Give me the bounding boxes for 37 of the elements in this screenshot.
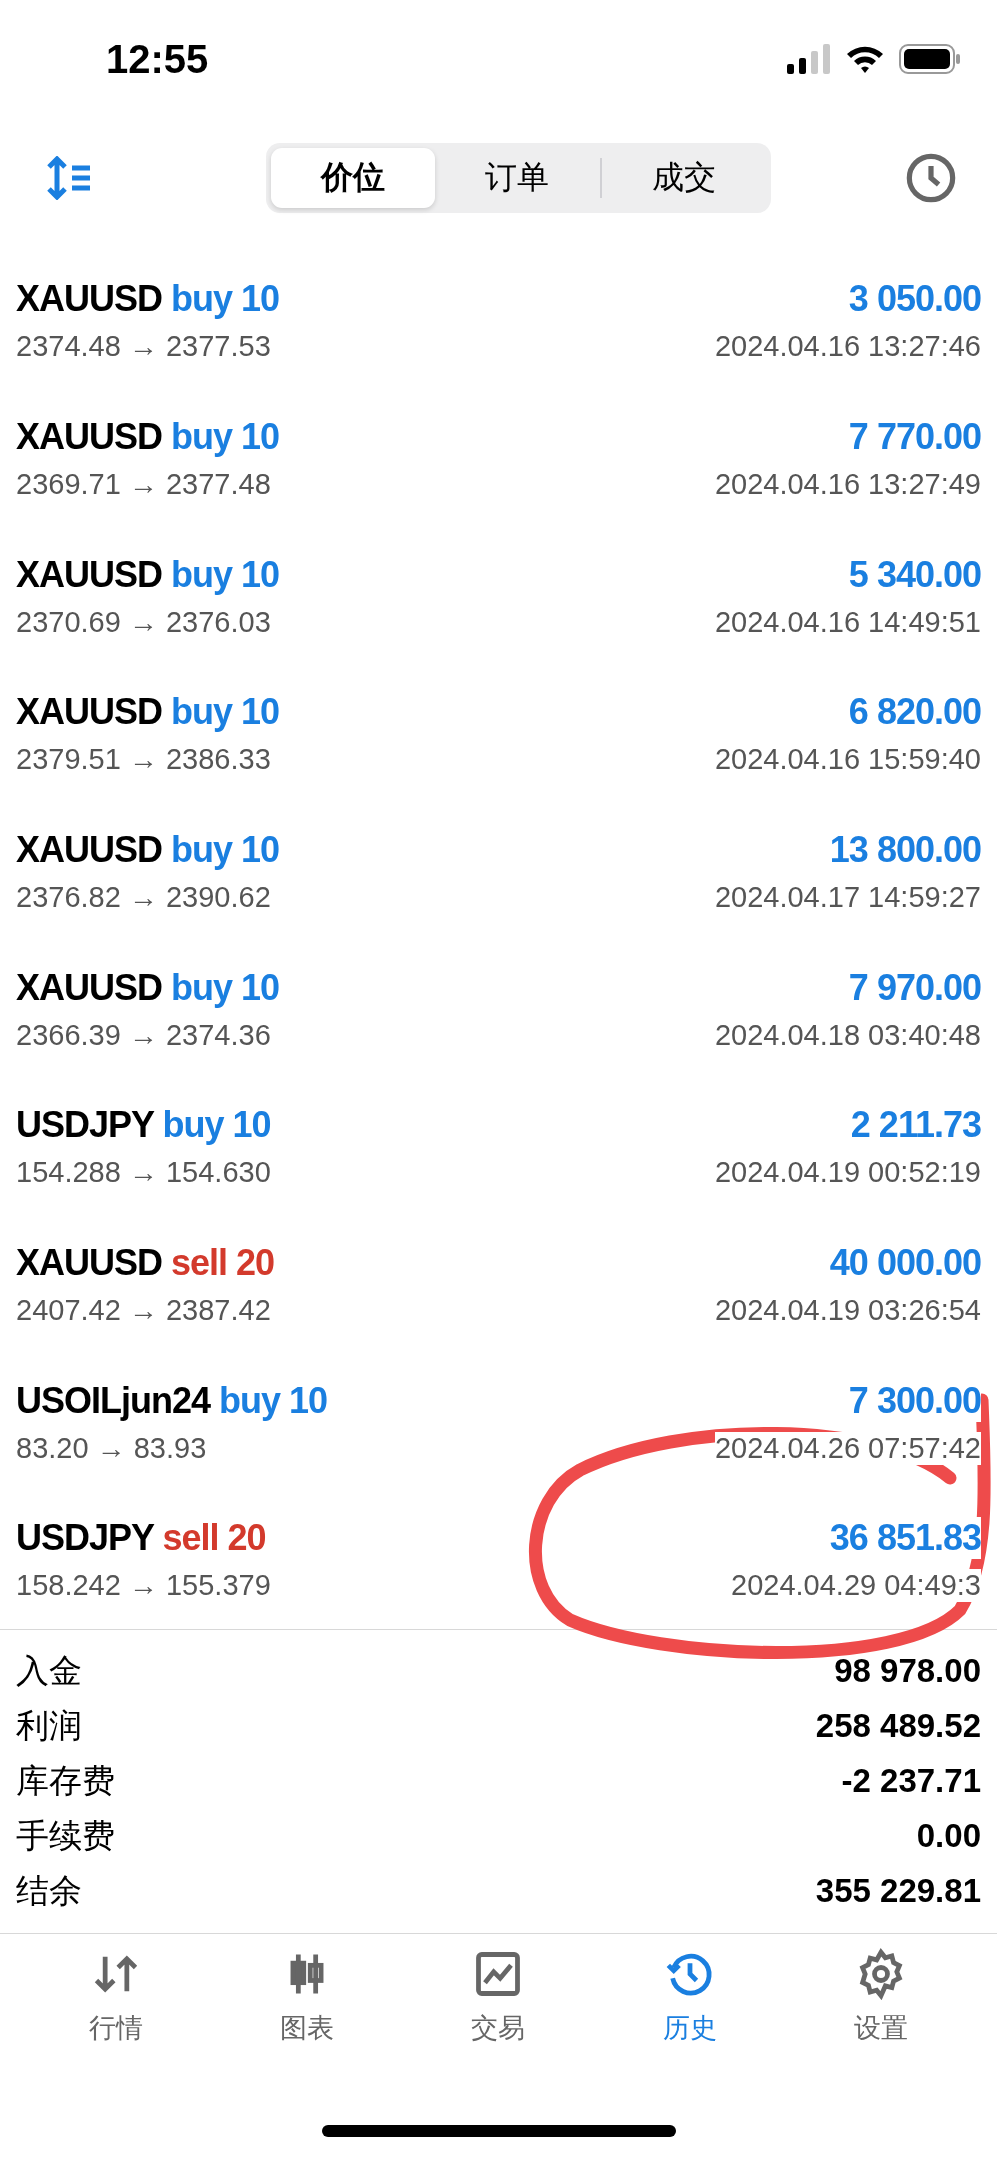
tab-bar-item[interactable]: 行情 <box>45 1947 186 2058</box>
battery-icon <box>899 44 961 75</box>
deal-title: XAUUSD buy 10 <box>16 415 280 458</box>
status-time: 12:55 <box>106 36 209 82</box>
summary-value: 0.00 <box>916 1817 981 1856</box>
deal-title: XAUUSD buy 10 <box>16 278 280 321</box>
segment-tab[interactable]: 成交 <box>601 148 766 209</box>
tab-bar-item[interactable]: 交易 <box>428 1947 569 2058</box>
summary-value: 258 489.52 <box>815 1707 981 1746</box>
clock-icon[interactable] <box>905 152 957 205</box>
summary-label: 利润 <box>16 1704 82 1747</box>
sort-icon[interactable] <box>46 156 92 201</box>
deal-title: XAUUSD buy 10 <box>16 553 280 596</box>
summary-value: 355 229.81 <box>815 1872 981 1911</box>
summary-value: 98 978.00 <box>834 1652 981 1691</box>
deal-title: USOILjun24 buy 10 <box>16 1379 328 1422</box>
deal-time: 2024.04.29 04:49:3 <box>731 1569 981 1603</box>
deal-title: XAUUSD sell 20 <box>16 1241 275 1284</box>
deal-title: XAUUSD buy 10 <box>16 828 280 871</box>
summary-label: 库存费 <box>16 1759 115 1802</box>
summary-label: 结余 <box>16 1869 82 1912</box>
summary-label: 手续费 <box>16 1814 115 1857</box>
tab-bar-item[interactable]: 图表 <box>237 1947 378 2058</box>
summary-label: 入金 <box>16 1649 82 1692</box>
wifi-icon <box>845 44 885 75</box>
tab-bar-item[interactable]: 设置 <box>811 1947 952 2058</box>
deal-time: 2024.04.26 07:57:42 <box>714 1431 981 1465</box>
segment-tab[interactable]: 订单 <box>435 148 600 209</box>
deal-title: XAUUSD buy 10 <box>16 691 280 734</box>
summary-value: -2 237.71 <box>841 1762 981 1801</box>
deal-profit: 36 851.83 <box>829 1517 981 1560</box>
tab-bar-item[interactable]: 历史 <box>619 1947 760 2058</box>
deal-title: USDJPY buy 10 <box>16 1104 271 1147</box>
deal-title: XAUUSD buy 10 <box>16 966 280 1009</box>
signal-icon <box>787 44 831 75</box>
deal-title: USDJPY sell 20 <box>16 1517 266 1560</box>
segment-tab[interactable]: 价位 <box>271 148 436 209</box>
